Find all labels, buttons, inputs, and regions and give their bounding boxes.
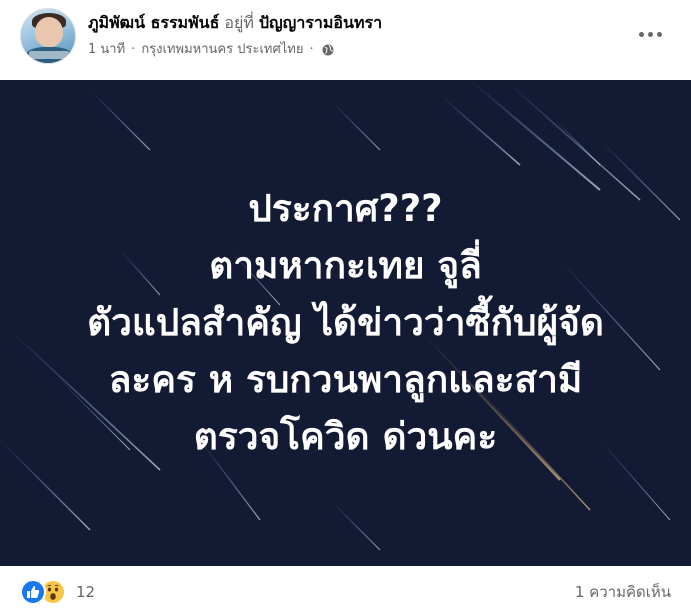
image-text-line: ละคร ห รบกวนพาลูกและสามี <box>108 358 583 401</box>
more-dot <box>656 31 662 37</box>
reactions-summary[interactable]: 12 <box>20 579 95 605</box>
author-avatar[interactable] <box>20 8 76 64</box>
post-meta: 1 นาที · กรุงเทพมหานคร ประเทศไทย · <box>88 41 334 59</box>
meta-separator-2: · <box>309 42 314 57</box>
avatar-tag <box>29 51 69 59</box>
more-dot <box>638 31 644 37</box>
image-text-line: ตัวแปลสำคัญ ได้ข่าวว่าซี้กับผู้จัด <box>87 301 604 344</box>
reaction-count: 12 <box>76 583 96 601</box>
image-text-line: ตรวจโควิด ด่วนคะ <box>193 415 498 458</box>
like-reaction-icon <box>20 579 46 605</box>
post-location[interactable]: กรุงเทพมหานคร ประเทศไทย <box>141 41 303 59</box>
image-text-line: ตามหากะเทย จูลี่ <box>209 244 482 287</box>
more-options-button[interactable] <box>632 20 668 48</box>
image-text-line: ประกาศ??? <box>248 187 443 230</box>
author-name[interactable]: ภูมิพัฒน์ ธรรมพันธ์ <box>88 13 219 32</box>
post-footer: 12 1 ความคิดเห็น <box>0 566 691 609</box>
post-title-line: ภูมิพัฒน์ ธรรมพันธ์ อยู่ที่ ปัญญารามอินทรา <box>88 12 382 34</box>
post-image[interactable]: ประกาศ??? ตามหากะเทย จูลี่ ตัวแปลสำคัญ ไ… <box>0 80 691 566</box>
avatar-face <box>35 17 63 47</box>
post-time[interactable]: 1 นาที <box>88 41 125 59</box>
image-text: ประกาศ??? ตามหากะเทย จูลี่ ตัวแปลสำคัญ ไ… <box>0 180 691 465</box>
facebook-post: ภูมิพัฒน์ ธรรมพันธ์ อยู่ที่ ปัญญารามอินทรา… <box>0 0 691 609</box>
more-dot <box>647 31 653 37</box>
globe-icon[interactable] <box>322 44 334 56</box>
post-header: ภูมิพัฒน์ ธรรมพันธ์ อยู่ที่ ปัญญารามอินทรา… <box>0 0 691 80</box>
at-label: อยู่ที่ <box>224 13 254 32</box>
place-name[interactable]: ปัญญารามอินทรา <box>259 13 382 32</box>
comments-count-link[interactable]: 1 ความคิดเห็น <box>575 580 671 604</box>
meta-separator: · <box>131 42 136 57</box>
